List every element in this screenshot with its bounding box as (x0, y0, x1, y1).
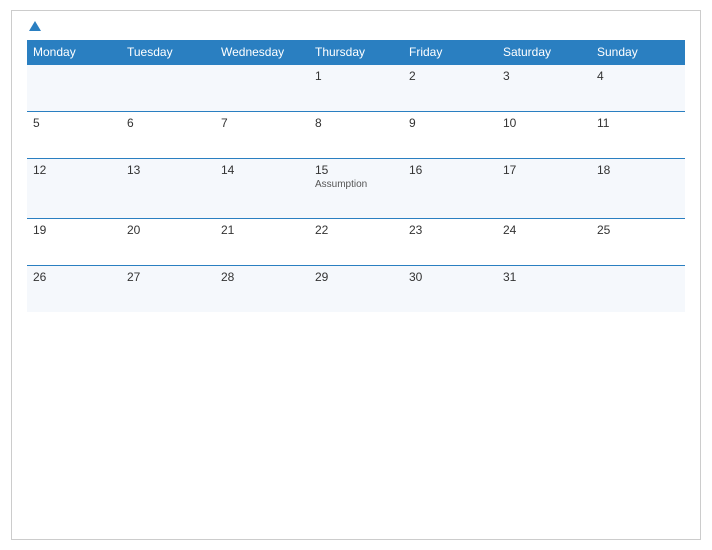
calendar-cell: 4 (591, 65, 685, 112)
day-number: 13 (127, 163, 209, 177)
calendar-week-row: 26 27 28 29 30 31 (27, 266, 685, 313)
day-number: 30 (409, 270, 491, 284)
day-number: 17 (503, 163, 585, 177)
day-number: 29 (315, 270, 397, 284)
weekday-header-friday: Friday (403, 40, 497, 65)
day-number: 15 (315, 163, 397, 177)
logo-triangle-icon (29, 21, 41, 31)
weekday-header-monday: Monday (27, 40, 121, 65)
day-number: 3 (503, 69, 585, 83)
calendar-cell: 16 (403, 159, 497, 219)
day-number: 28 (221, 270, 303, 284)
day-number: 24 (503, 223, 585, 237)
calendar-cell: 29 (309, 266, 403, 313)
calendar-cell: 28 (215, 266, 309, 313)
calendar-cell: 11 (591, 112, 685, 159)
calendar-header (27, 21, 685, 32)
weekday-header-saturday: Saturday (497, 40, 591, 65)
weekday-header-wednesday: Wednesday (215, 40, 309, 65)
calendar-cell: 26 (27, 266, 121, 313)
calendar-cell: 10 (497, 112, 591, 159)
calendar-cell: 25 (591, 219, 685, 266)
day-number: 5 (33, 116, 115, 130)
day-number: 25 (597, 223, 679, 237)
calendar-wrapper: MondayTuesdayWednesdayThursdayFridaySatu… (11, 10, 701, 540)
day-number: 2 (409, 69, 491, 83)
calendar-week-row: 1234 (27, 65, 685, 112)
day-number: 19 (33, 223, 115, 237)
calendar-cell: 17 (497, 159, 591, 219)
calendar-cell: 5 (27, 112, 121, 159)
calendar-cell: 3 (497, 65, 591, 112)
holiday-label: Assumption (315, 179, 397, 190)
calendar-cell: 15 Assumption (309, 159, 403, 219)
calendar-cell: 27 (121, 266, 215, 313)
day-number: 8 (315, 116, 397, 130)
calendar-cell (27, 65, 121, 112)
calendar-cell (591, 266, 685, 313)
calendar-cell: 2 (403, 65, 497, 112)
calendar-cell: 22 (309, 219, 403, 266)
day-number: 31 (503, 270, 585, 284)
calendar-week-row: 56789 10 11 (27, 112, 685, 159)
calendar-cell: 30 (403, 266, 497, 313)
calendar-cell: 14 (215, 159, 309, 219)
calendar-cell: 1 (309, 65, 403, 112)
day-number: 6 (127, 116, 209, 130)
day-number: 20 (127, 223, 209, 237)
day-number: 21 (221, 223, 303, 237)
day-number: 4 (597, 69, 679, 83)
day-number: 22 (315, 223, 397, 237)
calendar-cell: 31 (497, 266, 591, 313)
day-number: 11 (597, 116, 679, 130)
calendar-cell: 23 (403, 219, 497, 266)
calendar-cell: 6 (121, 112, 215, 159)
day-number: 10 (503, 116, 585, 130)
calendar-cell: 13 (121, 159, 215, 219)
calendar-cell: 7 (215, 112, 309, 159)
weekday-header-thursday: Thursday (309, 40, 403, 65)
day-number: 27 (127, 270, 209, 284)
day-number: 14 (221, 163, 303, 177)
weekday-header-sunday: Sunday (591, 40, 685, 65)
day-number: 16 (409, 163, 491, 177)
day-number: 26 (33, 270, 115, 284)
day-number: 7 (221, 116, 303, 130)
calendar-cell: 24 (497, 219, 591, 266)
day-number: 12 (33, 163, 115, 177)
day-number: 18 (597, 163, 679, 177)
logo (27, 21, 41, 32)
day-number: 1 (315, 69, 397, 83)
day-number: 9 (409, 116, 491, 130)
calendar-cell: 12 (27, 159, 121, 219)
calendar-cell: 21 (215, 219, 309, 266)
calendar-cell (121, 65, 215, 112)
calendar-cell: 8 (309, 112, 403, 159)
calendar-cell: 18 (591, 159, 685, 219)
calendar-cell: 19 (27, 219, 121, 266)
calendar-cell: 20 (121, 219, 215, 266)
calendar-table: MondayTuesdayWednesdayThursdayFridaySatu… (27, 40, 685, 312)
weekday-header-row: MondayTuesdayWednesdayThursdayFridaySatu… (27, 40, 685, 65)
calendar-cell: 9 (403, 112, 497, 159)
calendar-week-row: 19 20 21 22 23 24 25 (27, 219, 685, 266)
day-number: 23 (409, 223, 491, 237)
calendar-week-row: 12 13 14 15 Assumption 16 17 18 (27, 159, 685, 219)
calendar-cell (215, 65, 309, 112)
weekday-header-tuesday: Tuesday (121, 40, 215, 65)
